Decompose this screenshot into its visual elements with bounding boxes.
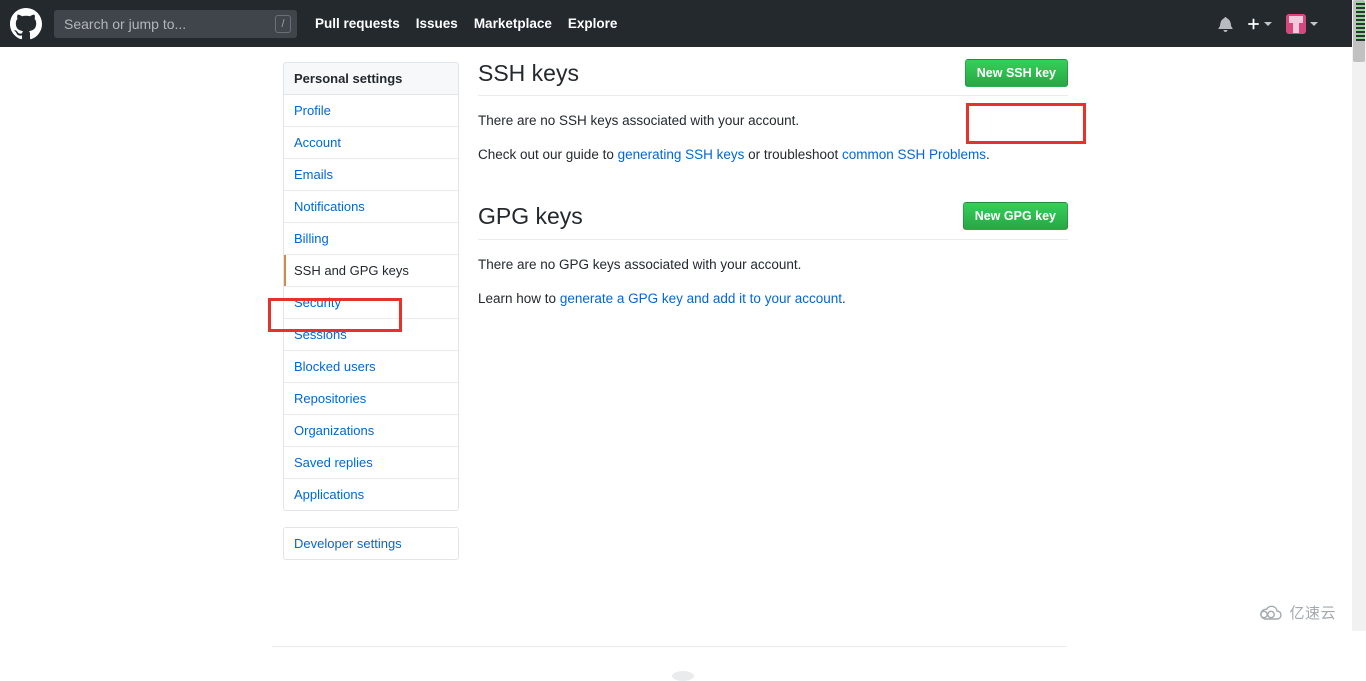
header-nav: Pull requests Issues Marketplace Explore: [315, 16, 617, 31]
sidebar-item-applications[interactable]: Applications: [284, 479, 458, 510]
ssh-keys-section: SSH keys New SSH key There are no SSH ke…: [478, 59, 1068, 164]
browser-scrollbar[interactable]: [1352, 0, 1366, 631]
sidebar-item-account[interactable]: Account: [284, 127, 458, 159]
developer-settings-menu: Developer settings: [283, 527, 459, 560]
ssh-help-prefix: Check out our guide to: [478, 147, 618, 162]
footer-logo: [672, 671, 694, 681]
gpg-help-prefix: Learn how to: [478, 291, 560, 306]
nav-issues[interactable]: Issues: [416, 16, 458, 31]
ssh-help-message: Check out our guide to generating SSH ke…: [478, 146, 1068, 164]
sidebar-item-notifications[interactable]: Notifications: [284, 191, 458, 223]
create-new-menu[interactable]: [1247, 17, 1272, 31]
nav-marketplace[interactable]: Marketplace: [474, 16, 552, 31]
generate-gpg-key-link[interactable]: generate a GPG key and add it to your ac…: [560, 291, 842, 306]
ssh-help-middle: or troubleshoot: [744, 147, 842, 162]
sidebar-item-security[interactable]: Security: [284, 287, 458, 319]
sidebar-item-ssh-and-gpg-keys[interactable]: SSH and GPG keys: [284, 255, 458, 287]
sidebar-item-sessions[interactable]: Sessions: [284, 319, 458, 351]
chevron-down-icon: [1310, 21, 1318, 26]
avatar[interactable]: [1286, 13, 1306, 34]
sidebar-item-blocked-users[interactable]: Blocked users: [284, 351, 458, 383]
page-content: Personal settings Profile Account Emails…: [0, 47, 1352, 681]
plus-icon[interactable]: [1247, 17, 1260, 31]
sidebar-item-profile[interactable]: Profile: [284, 95, 458, 127]
footer-divider: [272, 646, 1067, 647]
search-box[interactable]: /: [54, 9, 297, 38]
user-menu[interactable]: [1286, 13, 1318, 34]
new-ssh-key-button[interactable]: New SSH key: [964, 59, 1068, 87]
watermark: 亿速云: [1258, 602, 1336, 623]
cloud-icon: [1258, 605, 1284, 621]
watermark-text: 亿速云: [1289, 604, 1336, 622]
sidebar-item-emails[interactable]: Emails: [284, 159, 458, 191]
scrollbar-marker: [1356, 1, 1365, 41]
sidebar-item-saved-replies[interactable]: Saved replies: [284, 447, 458, 479]
chevron-down-icon: [1264, 21, 1272, 26]
ssh-keys-header: SSH keys New SSH key: [478, 59, 1068, 96]
page-title: SSH keys: [478, 60, 579, 86]
sidebar-item-organizations[interactable]: Organizations: [284, 415, 458, 447]
gpg-help-message: Learn how to generate a GPG key and add …: [478, 290, 1068, 308]
nav-explore[interactable]: Explore: [568, 16, 618, 31]
header-actions: [1218, 13, 1340, 34]
settings-main: SSH keys New SSH key There are no SSH ke…: [478, 59, 1068, 308]
global-header: / Pull requests Issues Marketplace Explo…: [0, 0, 1352, 47]
sidebar-item-developer-settings[interactable]: Developer settings: [284, 528, 458, 559]
personal-settings-menu: Personal settings Profile Account Emails…: [283, 62, 459, 511]
search-input[interactable]: [54, 9, 297, 38]
github-mark-icon[interactable]: [10, 7, 42, 40]
bell-icon[interactable]: [1218, 16, 1233, 32]
sidebar-item-repositories[interactable]: Repositories: [284, 383, 458, 415]
gpg-help-suffix: .: [842, 291, 846, 306]
gpg-empty-message: There are no GPG keys associated with yo…: [478, 257, 802, 272]
sidebar-item-billing[interactable]: Billing: [284, 223, 458, 255]
gpg-keys-header: GPG keys New GPG key: [478, 202, 1068, 240]
ssh-help-suffix: .: [986, 147, 990, 162]
nav-pull-requests[interactable]: Pull requests: [315, 16, 400, 31]
new-gpg-key-button[interactable]: New GPG key: [962, 202, 1068, 230]
generating-ssh-keys-link[interactable]: generating SSH keys: [618, 147, 745, 162]
page-viewport: / Pull requests Issues Marketplace Explo…: [0, 0, 1352, 681]
sidebar-heading: Personal settings: [284, 63, 458, 95]
gpg-section-title: GPG keys: [478, 203, 583, 229]
ssh-empty-message: There are no SSH keys associated with yo…: [478, 113, 800, 128]
settings-sidebar: Personal settings Profile Account Emails…: [283, 62, 459, 560]
search-shortcut-badge: /: [275, 14, 291, 33]
gpg-keys-section: GPG keys New GPG key There are no GPG ke…: [478, 202, 1068, 308]
common-ssh-problems-link[interactable]: common SSH Problems: [842, 147, 986, 162]
